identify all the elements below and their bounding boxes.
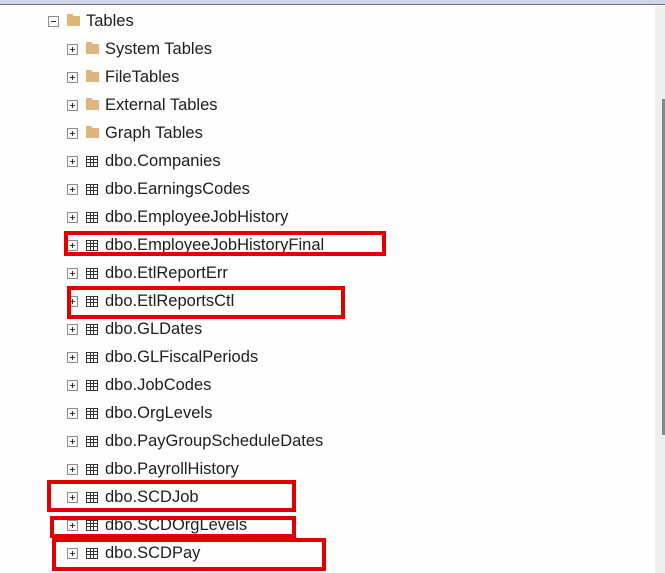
table-icon [86,211,98,223]
table-icon [86,435,98,447]
expand-icon[interactable] [67,435,78,447]
table-icon [86,267,98,279]
tree-node-label: dbo.Companies [105,151,221,170]
folder-icon [86,98,99,110]
expand-icon[interactable] [67,71,78,83]
expand-icon[interactable] [67,267,78,279]
tree-node-table[interactable]: dbo.OrgLevels [67,399,212,427]
tree-node-label: dbo.SCDJob [105,487,199,506]
tree-node-table[interactable]: dbo.GLFiscalPeriods [67,343,258,371]
tree-node-label: dbo.SCDOrgLevels [105,515,248,534]
tree-node-label: dbo.JobCodes [105,375,212,394]
tree-node-label: External Tables [105,95,218,114]
tree-node-label: dbo.EmployeeJobHistoryFinal [105,235,325,254]
tree-node-table[interactable]: dbo.SCDPay [67,539,200,567]
table-icon [86,519,98,531]
expand-icon[interactable] [67,463,78,475]
tree-node-table[interactable]: dbo.Companies [67,147,221,175]
folder-icon [86,126,99,138]
tree-node-label: dbo.EtlReportErr [105,263,228,282]
table-icon [86,183,98,195]
table-icon [86,351,98,363]
tree-node-label: dbo.PayGroupScheduleDates [105,431,324,450]
tree-node-table[interactable]: dbo.GLDates [67,315,202,343]
expand-icon[interactable] [67,239,78,251]
tree-node-label: Tables [86,11,134,30]
table-icon [86,239,98,251]
expand-icon[interactable] [67,519,78,531]
expand-icon[interactable] [67,43,78,55]
tree-node-folder[interactable]: External Tables [67,91,218,119]
table-icon [86,155,98,167]
tree-node-label: FileTables [105,67,180,86]
tree-node-table[interactable]: dbo.PayrollHistory [67,455,239,483]
tree-node-table[interactable]: dbo.EarningsCodes [67,175,250,203]
expand-icon[interactable] [67,295,78,307]
tree-node-label: dbo.GLDates [105,319,203,338]
expand-icon[interactable] [67,407,78,419]
tree-node-table[interactable]: dbo.PayGroupScheduleDates [67,427,323,455]
expand-icon[interactable] [67,183,78,195]
tree-node-table[interactable]: dbo.EmployeeJobHistoryFinal [67,231,324,259]
expand-icon[interactable] [67,491,78,503]
table-icon [86,463,98,475]
tree-node-table[interactable]: dbo.EtlReportsCtl [67,287,234,315]
tree-node-label: dbo.EtlReportsCtl [105,291,235,310]
tree-node-label: Graph Tables [105,123,203,142]
expand-icon[interactable] [67,379,78,391]
tree-node-table[interactable]: dbo.JobCodes [67,371,211,399]
tree-node-tables[interactable]: Tables [48,7,134,35]
expand-icon[interactable] [67,211,78,223]
tree-node-folder[interactable]: Graph Tables [67,119,203,147]
folder-icon [86,70,99,82]
collapse-icon[interactable] [48,15,59,27]
tree-node-label: dbo.EmployeeJobHistory [105,207,289,226]
tree-node-table[interactable]: dbo.EmployeeJobHistory [67,203,288,231]
expand-icon[interactable] [67,323,78,335]
expand-icon[interactable] [67,351,78,363]
expand-icon[interactable] [67,99,78,111]
tree-node-label: dbo.OrgLevels [105,403,213,422]
tree-node-table[interactable]: dbo.SCDJob [67,483,199,511]
tree-node-table[interactable]: dbo.EtlReportErr [67,259,228,287]
window-top-border [0,0,665,5]
table-icon [86,379,98,391]
tree-node-table[interactable]: dbo.SCDOrgLevels [67,511,247,539]
expand-icon[interactable] [67,155,78,167]
tree-node-folder[interactable]: System Tables [67,35,212,63]
tree-node-label: System Tables [105,39,212,58]
tree-node-label: dbo.GLFiscalPeriods [105,347,259,366]
tree-node-label: dbo.EarningsCodes [105,179,250,198]
tree-node-folder[interactable]: FileTables [67,63,179,91]
table-icon [86,295,98,307]
table-icon [86,491,98,503]
table-icon [86,323,98,335]
expand-icon[interactable] [67,547,78,559]
folder-icon [67,14,80,26]
table-icon [86,547,98,559]
folder-icon [86,42,99,54]
table-icon [86,407,98,419]
tree-node-label: dbo.PayrollHistory [105,459,239,478]
expand-icon[interactable] [67,127,78,139]
tree-node-label: dbo.SCDPay [105,543,201,562]
